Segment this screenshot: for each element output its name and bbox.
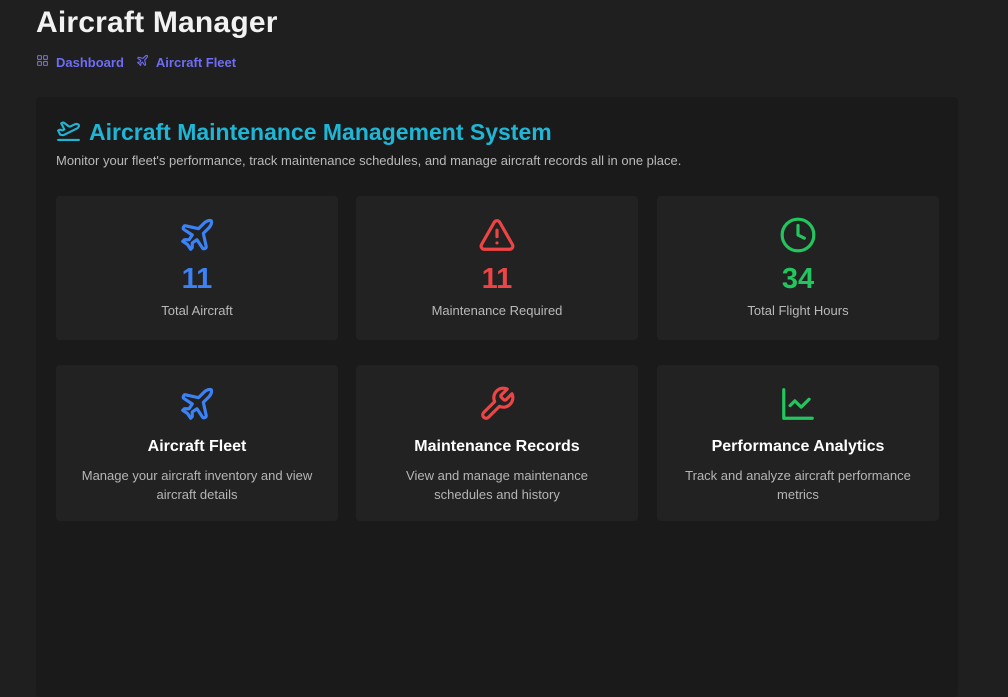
feature-card-performance-analytics[interactable]: Performance Analytics Track and analyze …: [657, 365, 939, 521]
plane-icon: [56, 385, 338, 423]
feature-title: Aircraft Fleet: [147, 438, 247, 455]
breadcrumb: Dashboard Aircraft Fleet: [36, 54, 236, 70]
stat-value: 34: [781, 263, 815, 295]
stat-value: 11: [181, 263, 213, 295]
stat-card-total-aircraft: 11 Total Aircraft: [56, 196, 338, 340]
plane-icon: [56, 216, 338, 254]
plane-takeoff-icon: [56, 117, 81, 148]
page-subtitle: Monitor your fleet's performance, track …: [56, 153, 682, 168]
stat-label: Maintenance Required: [431, 303, 563, 318]
stat-value: 11: [481, 263, 513, 295]
clock-icon: [657, 216, 939, 254]
stat-card-total-flight-hours: 34 Total Flight Hours: [657, 196, 939, 340]
alert-triangle-icon: [356, 216, 638, 254]
feature-title: Performance Analytics: [711, 438, 885, 455]
feature-description: Manage your aircraft inventory and view …: [81, 468, 313, 502]
feature-description: View and manage maintenance schedules an…: [406, 468, 588, 502]
page-title-text: Aircraft Maintenance Management System: [89, 119, 552, 145]
breadcrumb-dashboard-label: Dashboard: [56, 54, 124, 70]
grid-icon: [36, 54, 49, 70]
app-title: Aircraft Manager: [36, 6, 278, 39]
stat-card-maintenance-required: 11 Maintenance Required: [356, 196, 638, 340]
feature-card-maintenance-records[interactable]: Maintenance Records View and manage main…: [356, 365, 638, 521]
breadcrumb-aircraft-fleet-label: Aircraft Fleet: [155, 54, 237, 70]
wrench-icon: [356, 385, 638, 423]
stat-label: Total Flight Hours: [747, 303, 849, 318]
breadcrumb-dashboard[interactable]: Dashboard: [36, 54, 124, 70]
feature-title: Maintenance Records: [414, 438, 580, 455]
feature-description: Track and analyze aircraft performance m…: [685, 468, 911, 502]
page-title: Aircraft Maintenance Management System: [56, 117, 552, 148]
main-panel: Aircraft Maintenance Management System M…: [36, 97, 958, 697]
line-chart-icon: [657, 385, 939, 423]
stat-label: Total Aircraft: [161, 303, 233, 318]
plane-icon: [136, 54, 149, 70]
breadcrumb-aircraft-fleet[interactable]: Aircraft Fleet: [136, 54, 236, 70]
feature-card-aircraft-fleet[interactable]: Aircraft Fleet Manage your aircraft inve…: [56, 365, 338, 521]
